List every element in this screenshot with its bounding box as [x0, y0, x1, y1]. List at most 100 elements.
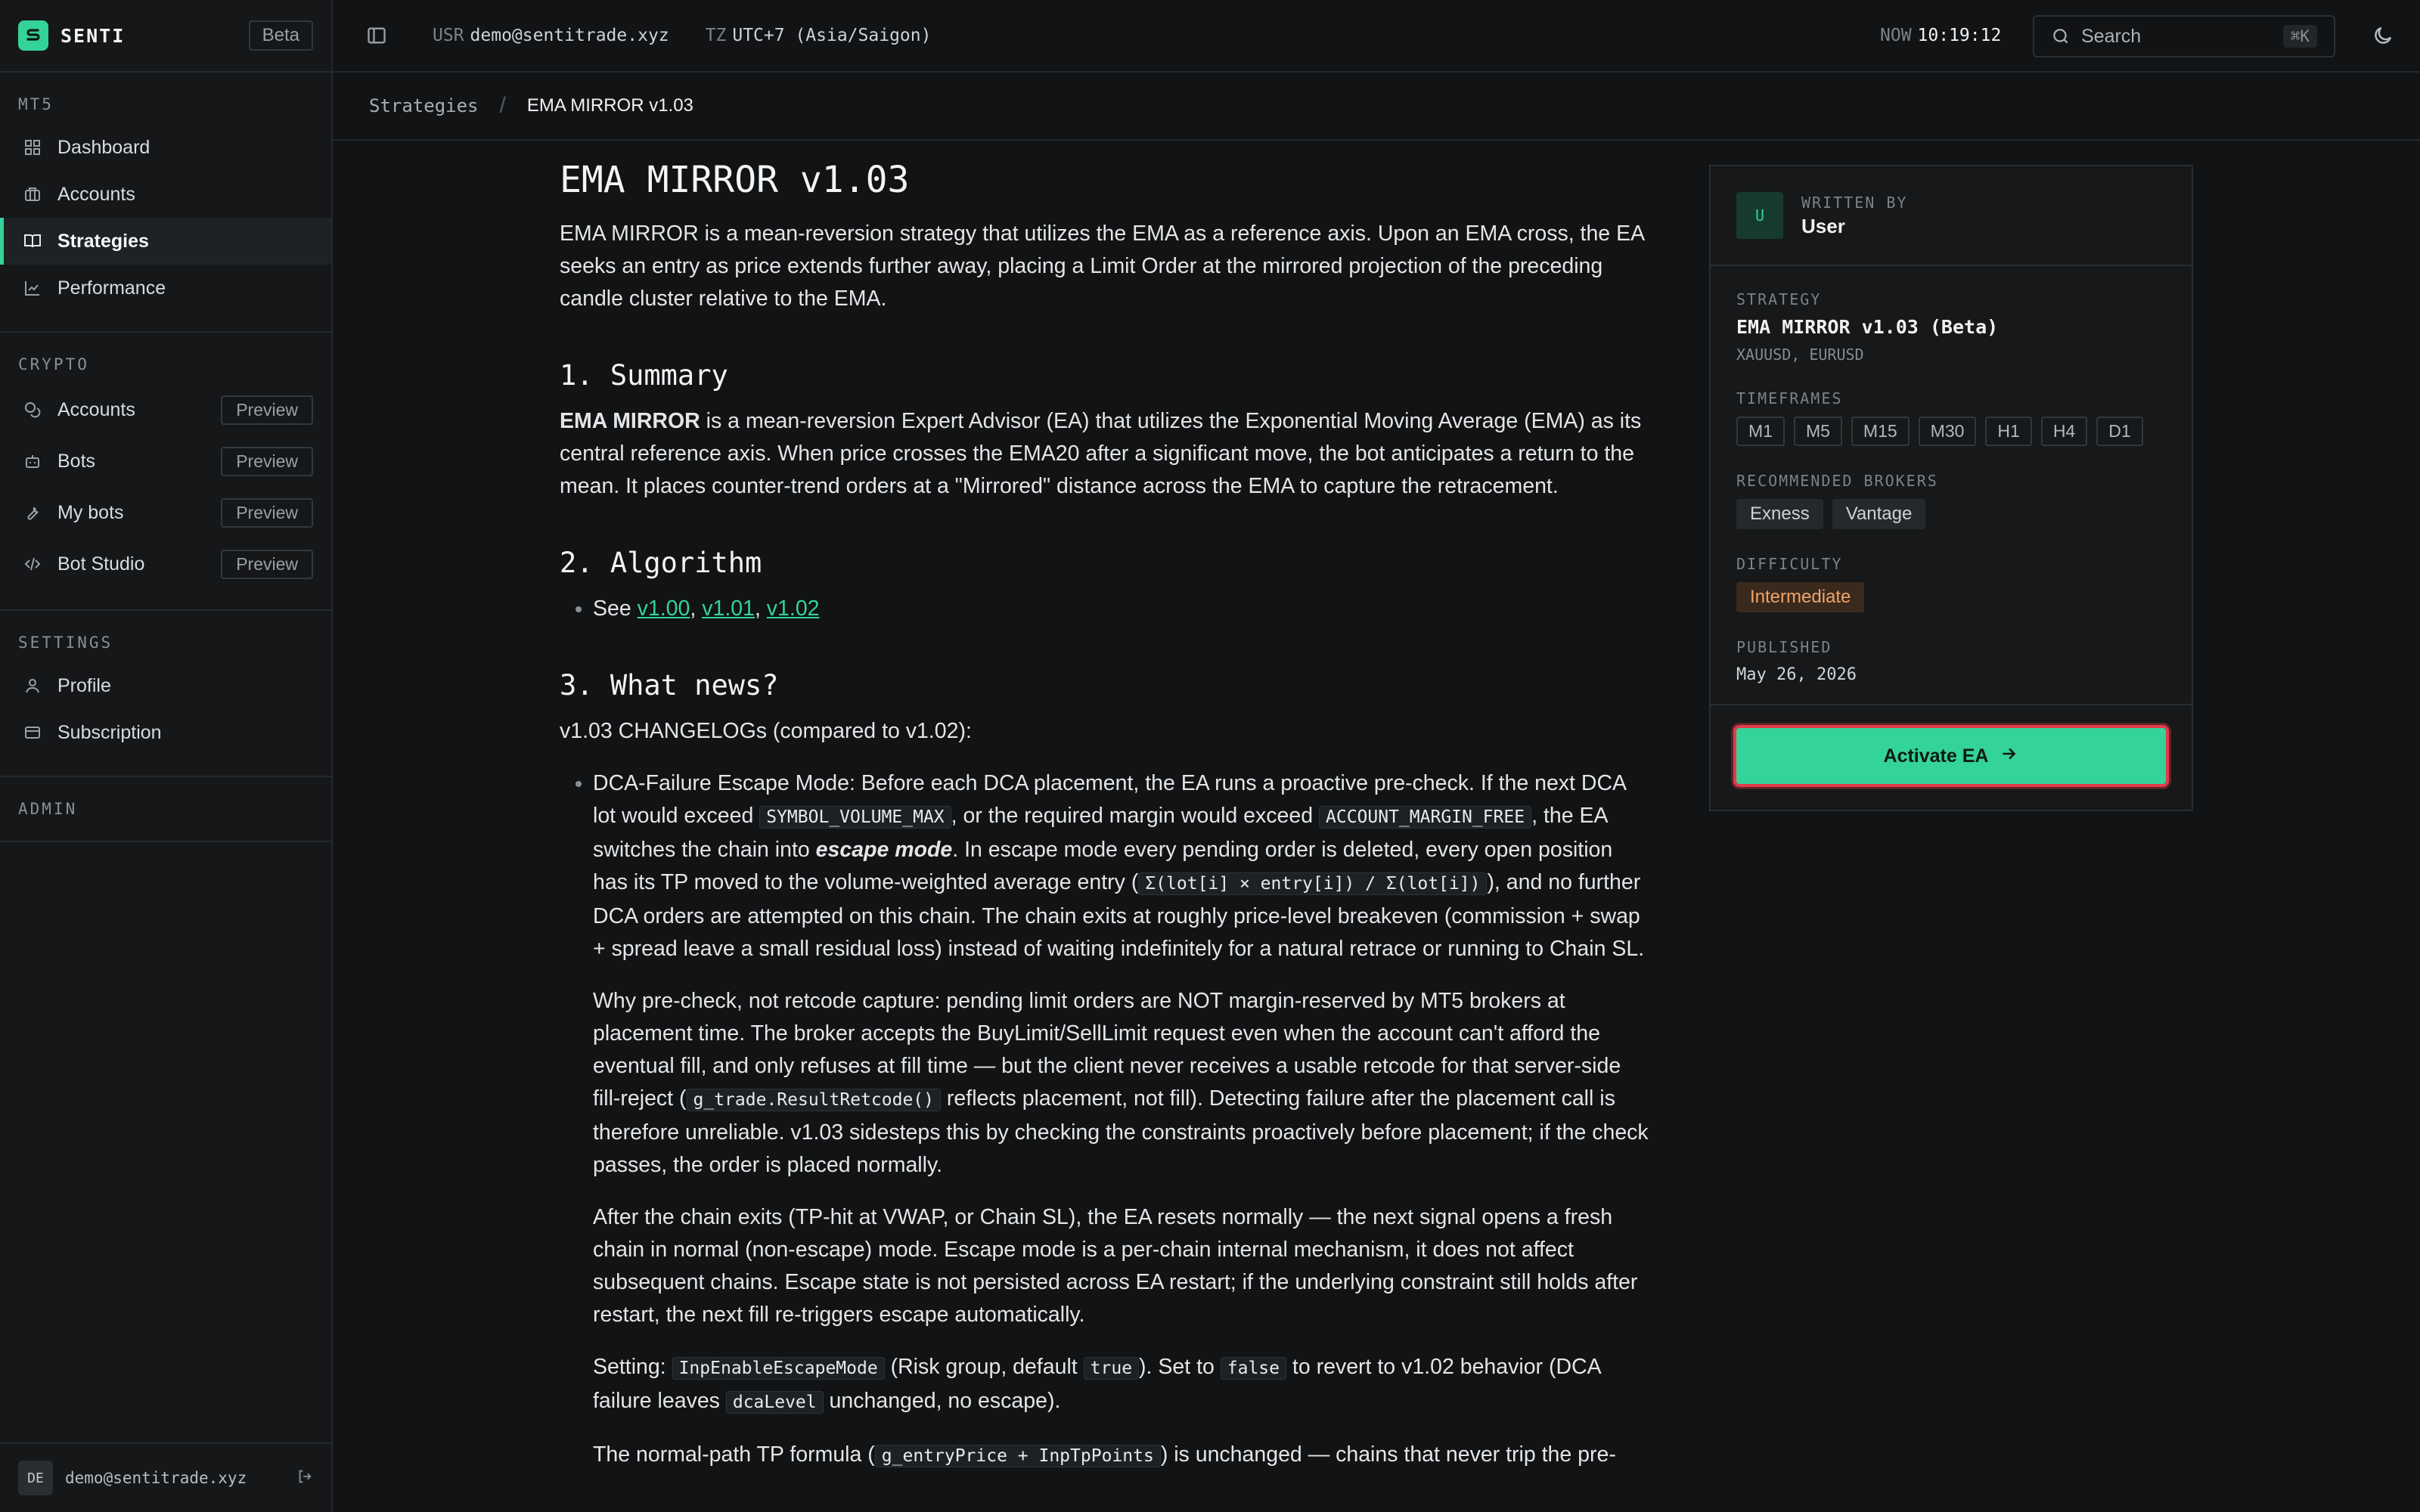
sidebar-item-performance[interactable]: Performance — [0, 265, 331, 311]
summary-bold: EMA MIRROR — [560, 409, 700, 433]
user-email: demo@sentitrade.xyz — [65, 1469, 247, 1487]
link-v1-01[interactable]: v1.01 — [702, 596, 755, 621]
sidebar-item-strategies[interactable]: Strategies — [0, 218, 331, 265]
theme-toggle-icon[interactable] — [2372, 24, 2394, 47]
broker-chip: Vantage — [1832, 499, 1926, 529]
grid-icon — [23, 138, 42, 157]
heading-summary: 1. Summary — [560, 359, 728, 392]
preview-badge: Preview — [221, 549, 313, 579]
section-title: CRYPTO — [18, 355, 89, 373]
sidebar-item-crypto-accounts[interactable]: Accounts Preview — [0, 384, 331, 435]
senti-logo-icon[interactable] — [18, 20, 48, 51]
published-date: May 26, 2026 — [1736, 665, 1857, 684]
list-item: See v1.00, v1.01, v1.02 — [593, 593, 1650, 625]
clock: NOW 10:19:12 — [1880, 26, 2001, 45]
card-details: STRATEGY EMA MIRROR v1.03 (Beta) XAUUSD,… — [1711, 266, 2192, 705]
sidebar-item-accounts[interactable]: Accounts — [0, 171, 331, 218]
sidebar-item-my-bots[interactable]: My bots Preview — [0, 487, 331, 538]
text: Setting: — [593, 1355, 672, 1379]
sidebar: SENTI Beta MT5 Dashboard Accounts Strate… — [0, 0, 333, 1512]
strategy-label: STRATEGY — [1736, 290, 1822, 308]
code-inline: g_trade.ResultRetcode() — [686, 1089, 942, 1111]
author-label: WRITTEN BY — [1801, 193, 1908, 212]
code-inline: SYMBOL_VOLUME_MAX — [759, 806, 951, 829]
preview-badge: Preview — [221, 446, 313, 476]
sidebar-item-subscription[interactable]: Subscription — [0, 709, 331, 756]
page-title: EMA MIRROR v1.03 — [560, 159, 910, 201]
strategy-info-card: U WRITTEN BY User STRATEGY EMA MIRROR v1… — [1709, 165, 2193, 811]
text: ). Set to — [1139, 1355, 1221, 1379]
sidebar-section-crypto: CRYPTO Accounts Preview Bots Preview My … — [0, 333, 331, 611]
briefcase-icon — [23, 184, 42, 204]
article: EMA MIRROR v1.03 EMA MIRROR is a mean-re… — [560, 159, 1650, 1473]
tz-value: UTC+7 (Asia/Saigon) — [732, 26, 932, 45]
book-icon — [23, 231, 42, 251]
algorithm-list: See v1.00, v1.01, v1.02 — [560, 593, 1650, 625]
timeframe-chip: M30 — [1918, 417, 1977, 446]
sidebar-item-label: Performance — [57, 277, 166, 299]
text: ) is unchanged — chains that never trip … — [1160, 1442, 1616, 1467]
changelog-intro: v1.03 CHANGELOGs (compared to v1.02): — [560, 719, 972, 743]
author-section: U WRITTEN BY User — [1711, 166, 2192, 266]
text: unchanged, no escape). — [823, 1389, 1061, 1413]
brokers-label: RECOMMENDED BROKERS — [1736, 472, 1938, 490]
avatar[interactable]: DE — [18, 1461, 53, 1495]
user-indicator: USR demo@sentitrade.xyz — [433, 26, 669, 45]
code-inline: true — [1083, 1357, 1140, 1380]
topbar: USR demo@sentitrade.xyz TZ UTC+7 (Asia/Sai… — [333, 0, 2420, 73]
breadcrumb-separator: / — [499, 93, 506, 118]
paragraph: The normal-path TP formula (g_entryPrice… — [593, 1439, 1650, 1473]
activate-ea-button[interactable]: Activate EA — [1733, 725, 2169, 787]
breadcrumb: Strategies / EMA MIRROR v1.03 — [333, 73, 2420, 141]
sidebar-item-profile[interactable]: Profile — [0, 662, 331, 709]
code-inline: InpEnableEscapeMode — [672, 1357, 885, 1380]
sidebar-toggle-icon[interactable] — [366, 25, 387, 46]
sidebar-item-label: Accounts — [57, 183, 135, 205]
link-v1-02[interactable]: v1.02 — [767, 596, 820, 621]
paragraph: Why pre-check, not retcode capture: pend… — [593, 985, 1650, 1182]
search-icon — [2051, 26, 2071, 46]
sidebar-item-bot-studio[interactable]: Bot Studio Preview — [0, 538, 331, 590]
preview-badge: Preview — [221, 395, 313, 425]
list-item: DCA-Failure Escape Mode: Before each DCA… — [593, 767, 1650, 1473]
summary-rest: is a mean-reversion Expert Advisor (EA) … — [560, 409, 1642, 498]
code-inline: Σ(lot[i] × entry[i]) / Σ(lot[i]) — [1138, 872, 1488, 895]
search-input[interactable]: Search ⌘K — [2033, 15, 2335, 57]
now-value: 10:19:12 — [1917, 26, 2002, 45]
published-label: PUBLISHED — [1736, 638, 1832, 656]
sidebar-item-bots[interactable]: Bots Preview — [0, 435, 331, 487]
code-inline: dcaLevel — [725, 1391, 824, 1414]
sidebar-item-label: Bot Studio — [57, 553, 145, 575]
author-name: User — [1801, 214, 1845, 237]
activate-label: Activate EA — [1883, 745, 1989, 767]
search-shortcut: ⌘K — [2282, 25, 2317, 48]
author-avatar: U — [1736, 192, 1783, 239]
breadcrumb-strategies[interactable]: Strategies — [369, 95, 479, 116]
section-title: MT5 — [18, 95, 54, 113]
timeframe-chips: M1 M5 M15 M30 H1 H4 D1 — [1736, 417, 2166, 446]
timeframe-chip: M1 — [1736, 417, 1785, 446]
tz-label: TZ — [705, 26, 727, 45]
timeframes-label: TIMEFRAMES — [1736, 389, 1843, 407]
chart-line-icon — [23, 278, 42, 298]
sidebar-item-dashboard[interactable]: Dashboard — [0, 124, 331, 171]
sidebar-item-label: Accounts — [57, 398, 135, 420]
broker-chips: Exness Vantage — [1736, 499, 2166, 529]
heading-algorithm: 2. Algorithm — [560, 547, 762, 579]
sidebar-item-label: Dashboard — [57, 136, 150, 158]
emphasis: escape mode — [815, 838, 953, 862]
link-v1-00[interactable]: v1.00 — [638, 596, 690, 621]
coins-icon — [23, 400, 42, 420]
symbols: XAUUSD, EURUSD — [1736, 345, 1864, 364]
difficulty-label: DIFFICULTY — [1736, 555, 1843, 573]
timeframe-chip: H4 — [2040, 417, 2088, 446]
preview-badge: Preview — [221, 497, 313, 528]
beta-badge: Beta — [248, 20, 313, 51]
timezone-indicator: TZ UTC+7 (Asia/Saigon) — [706, 26, 932, 45]
sidebar-item-label: My bots — [57, 501, 124, 523]
strategy-name: EMA MIRROR v1.03 (Beta) — [1736, 316, 1999, 338]
difficulty-badge: Intermediate — [1736, 582, 1865, 612]
summary-text: EMA MIRROR is a mean-reversion Expert Ad… — [560, 405, 1650, 503]
sidebar-item-label: Subscription — [57, 721, 162, 743]
logout-icon[interactable] — [296, 1468, 313, 1489]
